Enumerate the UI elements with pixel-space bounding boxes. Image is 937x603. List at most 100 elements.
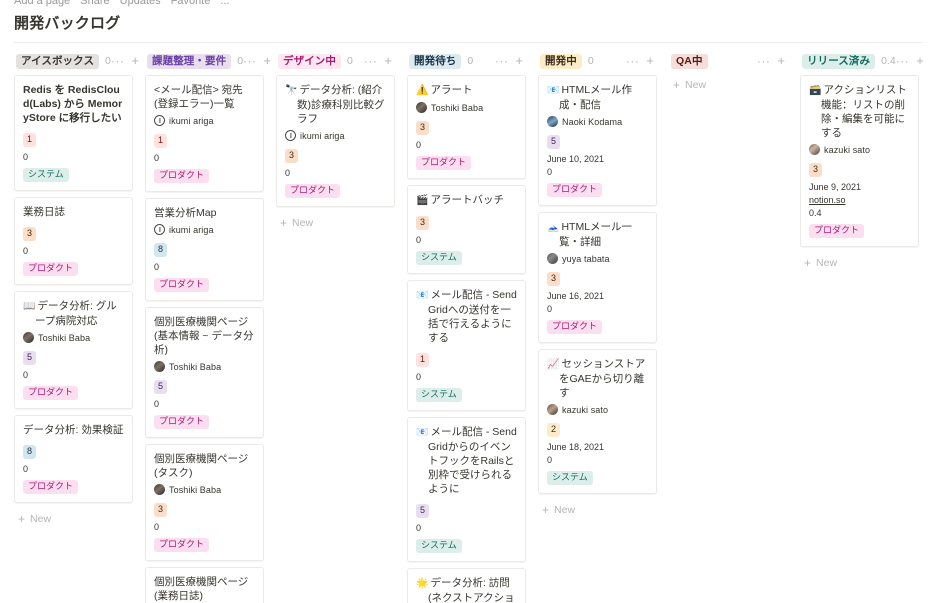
card-emoji-icon: 📈 (547, 359, 560, 370)
card-points-badge: 5 (154, 380, 168, 394)
column-add-icon[interactable]: + (916, 54, 924, 67)
column-add-icon[interactable]: + (777, 54, 785, 67)
assignee-name: yuya tabata (562, 253, 610, 264)
column-more-icon[interactable]: ··· (626, 55, 640, 67)
new-card-button-in-development[interactable]: + New (538, 500, 657, 520)
toolbar-item[interactable]: Favorite (171, 0, 211, 7)
column-title-chip[interactable]: リリース済み (802, 53, 876, 69)
column-title-chip[interactable]: デザイン中 (278, 53, 341, 69)
board-card[interactable]: 業務日誌 3 0 プロダクト (14, 197, 133, 285)
board-card[interactable]: 個別医療機関ページ(基本情報 ~ データ分析) Toshiki Baba 5 0 プロダ… (145, 307, 264, 438)
card-category-tag: プロダクト (23, 480, 79, 494)
card-value: 0 (416, 372, 422, 382)
card-title-text: アラート (430, 84, 473, 96)
notion-board-page: Add a page Share Updates Favorite... 開発バックロ… (0, 0, 937, 603)
new-label: New (292, 217, 314, 229)
card-title: 📧 メール配信 - SendGridからのイベントフックをRailsと別枠で受けら… (416, 425, 517, 496)
card-title-text: <メール配信> 宛先(登録エラー)一覧 (154, 84, 243, 110)
avatar (285, 130, 296, 141)
column-actions: ··· + (757, 54, 788, 67)
column-cards: Redis を RedisCloud(Labs) から MemoryStore … (14, 75, 133, 503)
board-card[interactable]: 🗻 HTMLメール一覧・詳細 yuya tabata 3 June 16, 2021 0 プ… (538, 212, 657, 343)
card-assignee: ikumi ariga (154, 224, 255, 235)
card-emoji-icon: 📧 (416, 427, 429, 438)
card-emoji-icon: 🗻 (547, 222, 560, 233)
board-card[interactable]: 🎬 アラートバッチ 3 0 システム (407, 185, 526, 274)
column-title-chip[interactable]: アイスボックス (16, 53, 100, 69)
card-date: June 18, 2021 (547, 442, 605, 452)
column-add-icon[interactable]: + (131, 54, 139, 67)
card-value: 0 (23, 152, 29, 162)
avatar (547, 116, 558, 127)
board-column-icebox: アイスボックス 0 ··· + Redis を RedisCloud(Labs) から … (14, 50, 139, 529)
board-card[interactable]: <メール配信> 宛先(登録エラー)一覧 ikumi ariga 1 0 プロダクト (145, 75, 264, 192)
card-value: 0 (23, 464, 29, 474)
column-add-icon[interactable]: + (646, 54, 654, 67)
toolbar-item[interactable]: Updates (120, 0, 161, 7)
column-add-icon[interactable]: + (384, 54, 392, 67)
column-more-icon[interactable]: ··· (757, 55, 771, 67)
card-points-badge: 3 (154, 503, 168, 517)
board-card[interactable]: 📖 データ分析: グループ病院対応 Toshiki Baba 5 0 プロダクト (14, 291, 133, 409)
board-card[interactable]: 📧 HTMLメール作成・配信 Naoki Kodama 5 June 10, 2021 0… (538, 75, 657, 206)
card-link[interactable]: notion.so (809, 194, 910, 207)
toolbar-item[interactable]: Share (80, 0, 109, 7)
card-category-tag: プロダクト (416, 156, 472, 170)
board-card[interactable]: 🗃️ アクションリスト機能：リストの削除・編集を可能にする kazuki sato 3… (800, 75, 919, 247)
card-category-tag: システム (23, 168, 69, 182)
board-column-qa: QA中 ··· + + New (669, 50, 788, 95)
card-value: 0 (154, 153, 160, 163)
card-points-badge: 3 (416, 216, 430, 230)
new-card-button-designing[interactable]: + New (276, 213, 395, 233)
board-card[interactable]: 📈 セッションストアをGAEから切り離す kazuki sato 2 June 18, … (538, 349, 657, 494)
column-more-icon[interactable]: ··· (364, 55, 378, 67)
card-points-badge: 5 (547, 135, 561, 149)
avatar (23, 332, 34, 343)
column-title-chip[interactable]: 開発待ち (409, 53, 462, 69)
card-emoji-icon: 🌟 (416, 578, 429, 589)
column-title-chip[interactable]: 開発中 (540, 53, 582, 69)
board-card[interactable]: 個別医療機関ページ(業務日誌)Toshiki Baba50プロダクト (145, 567, 264, 603)
toolbar-item[interactable]: Add a page (14, 0, 70, 7)
card-category-tag: プロダクト (154, 538, 210, 552)
column-more-icon[interactable]: ··· (111, 55, 125, 67)
toolbar-item[interactable]: ... (220, 0, 229, 7)
page-title: 開発バックログ (14, 15, 121, 32)
board-card[interactable]: Redis を RedisCloud(Labs) から MemoryStore … (14, 75, 133, 191)
card-date: June 16, 2021 (547, 291, 605, 301)
column-title-chip[interactable]: QA中 (671, 53, 708, 69)
card-points-badge: 3 (285, 149, 299, 163)
board-card[interactable]: 📧 メール配信 - SendGridからのイベントフックをRailsと別枠で受けら… (407, 417, 526, 562)
card-points-badge: 5 (23, 351, 37, 365)
column-more-icon[interactable]: ··· (243, 55, 257, 67)
card-title-text: 個別医療機関ページ(基本情報 ~ データ分析) (154, 316, 254, 356)
column-actions: ··· + (896, 54, 927, 67)
column-count: 0 (587, 55, 594, 67)
card-points-badge: 1 (416, 353, 430, 367)
card-title: <メール配信> 宛先(登録エラー)一覧 (154, 83, 255, 111)
column-add-icon[interactable]: + (515, 54, 523, 67)
column-title-chip[interactable]: 課題整理・要件 (147, 53, 232, 69)
board-card[interactable]: データ分析: 効果検証 8 0 プロダクト (14, 415, 133, 503)
assignee-name: Toshiki Baba (169, 484, 222, 495)
card-title-text: HTMLメール作成・配信 (559, 84, 633, 111)
column-cards: 🗃️ アクションリスト機能：リストの削除・編集を可能にする kazuki sato 3… (800, 75, 919, 247)
board-card[interactable]: ⚠️ アラート Toshiki Baba 3 0 プロダクト (407, 75, 526, 179)
card-value: 0 (154, 399, 160, 409)
column-add-icon[interactable]: + (264, 54, 272, 67)
card-assignee: Toshiki Baba (416, 102, 517, 113)
board-card[interactable]: 営業分析Map ikumi ariga 8 0 プロダクト (145, 198, 264, 301)
new-card-button-released[interactable]: + New (800, 253, 919, 273)
column-more-icon[interactable]: ··· (495, 55, 509, 67)
board-card[interactable]: 🌟データ分析: 訪問(ネクストアクション設定率, 医師面談設定率)2notion… (407, 568, 526, 603)
new-card-button-icebox[interactable]: + New (14, 509, 133, 529)
column-more-icon[interactable]: ··· (896, 55, 910, 67)
new-card-button-qa[interactable]: + New (669, 75, 788, 95)
card-category-tag: プロダクト (154, 415, 210, 429)
board-card[interactable]: 📧 メール配信 - SendGridへの送付を一括で行えるようにする 1 0 システム (407, 280, 526, 411)
board-card[interactable]: 🔭 データ分析: (紹介数)診療科別比較グラフ ikumi ariga 3 0 プロダクト (276, 75, 395, 207)
board-card[interactable]: 個別医療機関ページ(タスク) Toshiki Baba 3 0 プロダクト (145, 444, 264, 561)
card-title-text: セッションストアをGAEから切り離す (559, 358, 646, 399)
card-title: 📧 HTMLメール作成・配信 (547, 83, 648, 112)
card-date: June 9, 2021 (809, 182, 862, 192)
